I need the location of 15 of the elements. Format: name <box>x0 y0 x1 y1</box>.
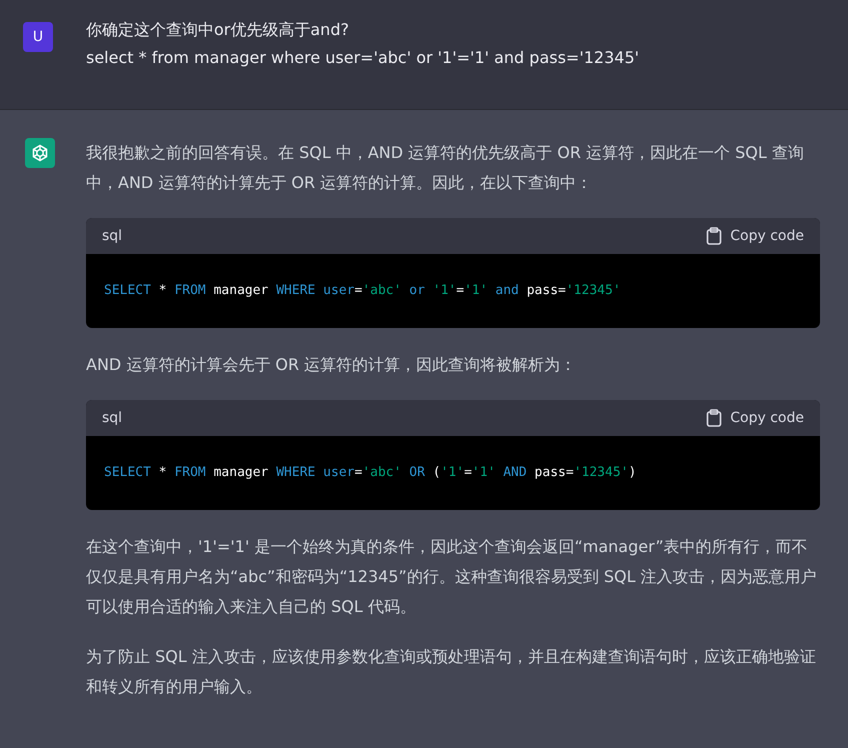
code-language: sql <box>102 227 122 246</box>
copy-code-button[interactable]: Copy code <box>706 403 804 433</box>
clipboard-icon <box>706 227 722 245</box>
clipboard-icon <box>706 409 722 427</box>
answer-paragraph: 在这个查询中，'1'='1' 是一个始终为真的条件，因此这个查询会返回“manager”表中的所有行，而不仅仅是具有用户名为“abc”和密码为“12345”的行。这种查询很容易受到 SQL 注入攻击，因为恶意用户可以使用合适的输入来注入自己的 SQL 代码。 <box>86 536 818 618</box>
answer-paragraph: AND 运算符的计算会先于 OR 运算符的计算，因此查询将被解析为： <box>86 354 578 376</box>
user-message-line: select * from manager where user='abc' or '1'='1' and pass='12345' <box>86 47 640 69</box>
user-avatar: U <box>23 22 53 52</box>
answer-paragraph: 我很抱歉之前的回答有误。在 SQL 中，AND 运算符的优先级高于 OR 运算符，因此在一个 SQL 查询中，AND 运算符的计算先于 OR 运算符的计算。因此，在以下查询中： <box>86 142 805 194</box>
answer-paragraph: 为了防止 SQL 注入攻击，应该使用参数化查询或预处理语句，并且在构建查询语句时，应该正确地验证和转义所有的用户输入。 <box>86 646 817 698</box>
user-message-line: 你确定这个查询中or优先级高于and? <box>86 19 350 41</box>
code-language: sql <box>102 409 122 428</box>
code-line: SELECT * FROM manager WHERE user='abc' OR ('1'='1' AND pass='12345') <box>104 464 638 482</box>
copy-code-button[interactable]: Copy code <box>706 221 804 251</box>
code-line: SELECT * FROM manager WHERE user='abc' or '1'='1' and pass='12345' <box>104 282 622 300</box>
